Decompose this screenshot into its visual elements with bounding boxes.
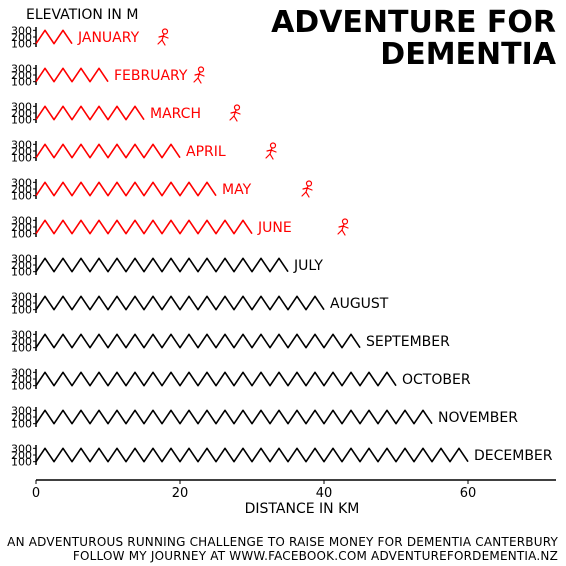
month-label-august: AUGUST <box>330 296 389 312</box>
y-tick-label: 300 <box>11 290 32 303</box>
y-tick-label: 300 <box>11 366 32 379</box>
month-label-february: FEBRUARY <box>114 68 188 84</box>
month-label-may: MAY <box>222 182 252 198</box>
month-row-august: 100200300 AUGUST <box>11 290 389 316</box>
runner-body <box>157 33 169 46</box>
y-tick-label: 300 <box>11 214 32 227</box>
y-tick-label: 300 <box>11 442 32 455</box>
month-label-june: JUNE <box>257 220 292 236</box>
month-row-december: 100200300 DECEMBER <box>11 442 553 468</box>
y-tick-label: 300 <box>11 138 32 151</box>
x-tick-label: 0 <box>32 486 40 501</box>
elevation-line-april <box>35 143 181 159</box>
y-tick-label: 300 <box>11 404 32 417</box>
month-row-july: 100200300 JULY <box>11 252 323 278</box>
y-tick-label: 300 <box>11 328 32 341</box>
footer-description: AN ADVENTUROUS RUNNING CHALLENGE TO RAIS… <box>7 535 558 549</box>
runner-head <box>341 218 349 225</box>
elevation-line-may <box>35 181 217 197</box>
month-row-september: 100200300 SEPTEMBER <box>11 328 450 354</box>
month-row-february: 100200300 FEBRUARY <box>11 62 205 89</box>
elevation-line-march <box>35 105 145 121</box>
x-axis-title: DISTANCE IN KM <box>245 501 360 517</box>
month-row-october: 100200300 OCTOBER <box>11 366 471 392</box>
y-tick-label: 300 <box>11 176 32 189</box>
runner-body <box>193 71 205 84</box>
running-figure-icon <box>301 180 313 198</box>
elevation-line-december <box>35 447 469 463</box>
runner-body <box>301 185 313 198</box>
month-row-march: 100200300 MARCH <box>11 100 241 127</box>
chart-title-line2: DEMENTIA <box>380 37 556 72</box>
elevation-line-february <box>35 67 109 83</box>
month-label-september: SEPTEMBER <box>366 334 450 350</box>
month-row-may: 100200300 MAY <box>11 176 313 203</box>
elevation-line-august <box>35 295 325 311</box>
x-axis: 0 20 40 60 <box>32 479 556 501</box>
running-figure-icon <box>337 218 349 236</box>
elevation-line-september <box>35 333 361 349</box>
month-label-january: JANUARY <box>77 30 140 46</box>
runner-head <box>269 142 277 149</box>
runner-body <box>337 223 349 236</box>
y-tick-label: 300 <box>11 252 32 265</box>
elevation-line-june <box>35 219 253 235</box>
running-figure-icon <box>229 104 241 122</box>
running-figure-icon <box>193 66 205 84</box>
elevation-line-october <box>35 371 397 387</box>
x-tick-label: 60 <box>460 486 477 501</box>
y-axis-title: ELEVATION IN M <box>26 7 138 23</box>
month-label-december: DECEMBER <box>474 448 553 464</box>
runner-head <box>233 104 241 111</box>
month-row-november: 100200300 NOVEMBER <box>11 404 518 430</box>
running-figure-icon <box>157 28 169 46</box>
running-figure-icon <box>265 142 277 160</box>
month-label-october: OCTOBER <box>402 372 471 388</box>
elevation-line-november <box>35 409 433 425</box>
month-row-june: 100200300 JUNE <box>11 214 349 241</box>
y-tick-label: 300 <box>11 62 32 75</box>
y-tick-label: 300 <box>11 100 32 113</box>
runner-head <box>197 66 205 73</box>
month-label-november: NOVEMBER <box>438 410 518 426</box>
elevation-line-july <box>35 257 289 273</box>
month-label-march: MARCH <box>150 106 201 122</box>
runner-head <box>305 180 313 187</box>
x-tick-label: 40 <box>316 486 333 501</box>
month-rows: 100200300 JANUARY100200300 FEBRUARY1002003… <box>11 24 553 468</box>
month-row-january: 100200300 JANUARY <box>11 24 169 51</box>
runner-body <box>229 109 241 122</box>
elevation-line-january <box>35 29 73 45</box>
x-tick-label: 20 <box>172 486 189 501</box>
month-row-april: 100200300 APRIL <box>11 138 277 165</box>
runner-head <box>161 28 169 35</box>
footer-link-text: FOLLOW MY JOURNEY AT WWW.FACEBOOK.COM AD… <box>72 549 558 563</box>
y-tick-label: 300 <box>11 24 32 37</box>
chart-title-line1: ADVENTURE FOR <box>271 5 556 40</box>
elevation-chart: ADVENTURE FOR DEMENTIA ELEVATION IN M DI… <box>11 5 557 517</box>
runner-body <box>265 147 277 160</box>
month-label-july: JULY <box>293 258 323 274</box>
month-label-april: APRIL <box>186 144 226 160</box>
